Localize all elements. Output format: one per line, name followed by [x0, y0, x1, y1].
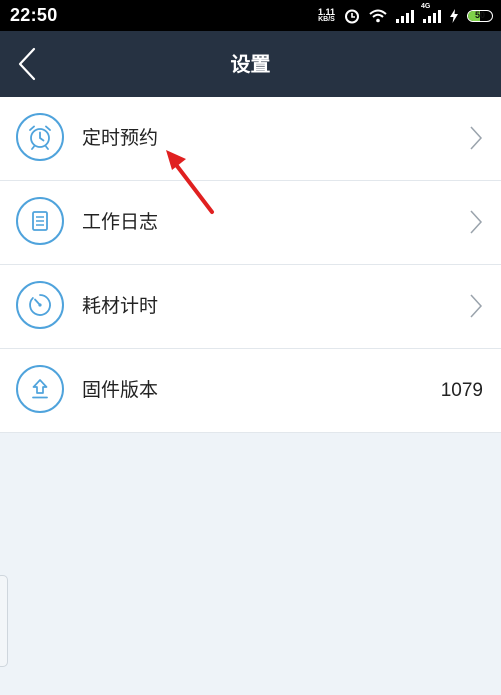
document-icon — [16, 197, 64, 245]
status-time: 22:50 — [10, 5, 58, 25]
settings-item-label: 耗材计时 — [82, 295, 159, 317]
settings-item-work-log[interactable]: 工作日志 — [0, 181, 501, 265]
status-icons: 1.11 KB/S 4G 50 — [317, 3, 493, 24]
chevron-right-icon — [470, 126, 483, 150]
settings-item-label: 固件版本 — [82, 379, 159, 401]
alarm-clock-icon — [16, 113, 64, 161]
timer-icon — [16, 281, 64, 329]
settings-item-label: 定时预约 — [82, 127, 159, 149]
signal-4g-tag: 4G — [421, 2, 431, 10]
battery-icon: 50 — [467, 9, 493, 22]
settings-item-scheduled-booking[interactable]: 定时预约 — [0, 97, 501, 181]
settings-list: 定时预约 工作日志 耗材计时 固件版本 1079 — [0, 97, 501, 433]
signal-icon — [396, 9, 414, 23]
network-speed: 1.11 KB/S — [317, 6, 335, 24]
page-title: 设置 — [230, 52, 271, 76]
network-speed-value: 1.11 — [317, 6, 335, 17]
battery-level: 50 — [474, 9, 485, 20]
upload-icon — [16, 365, 64, 413]
signal-4g-icon: 4G — [421, 3, 441, 23]
alarm-icon — [345, 9, 359, 23]
chevron-right-icon — [470, 294, 483, 318]
app-header: 设置 — [0, 31, 501, 97]
charging-icon — [450, 8, 458, 23]
settings-item-label: 工作日志 — [82, 211, 159, 233]
network-speed-unit: KB/S — [318, 15, 335, 23]
settings-item-consumable-timer[interactable]: 耗材计时 — [0, 265, 501, 349]
status-bar: 22:50 1.11 KB/S 4G 50 — [0, 0, 501, 31]
wifi-icon — [369, 9, 387, 22]
edge-drawer-handle[interactable] — [0, 575, 8, 667]
settings-item-firmware-version[interactable]: 固件版本 1079 — [0, 349, 501, 433]
firmware-version-value: 1079 — [440, 380, 483, 401]
chevron-right-icon — [470, 210, 483, 234]
